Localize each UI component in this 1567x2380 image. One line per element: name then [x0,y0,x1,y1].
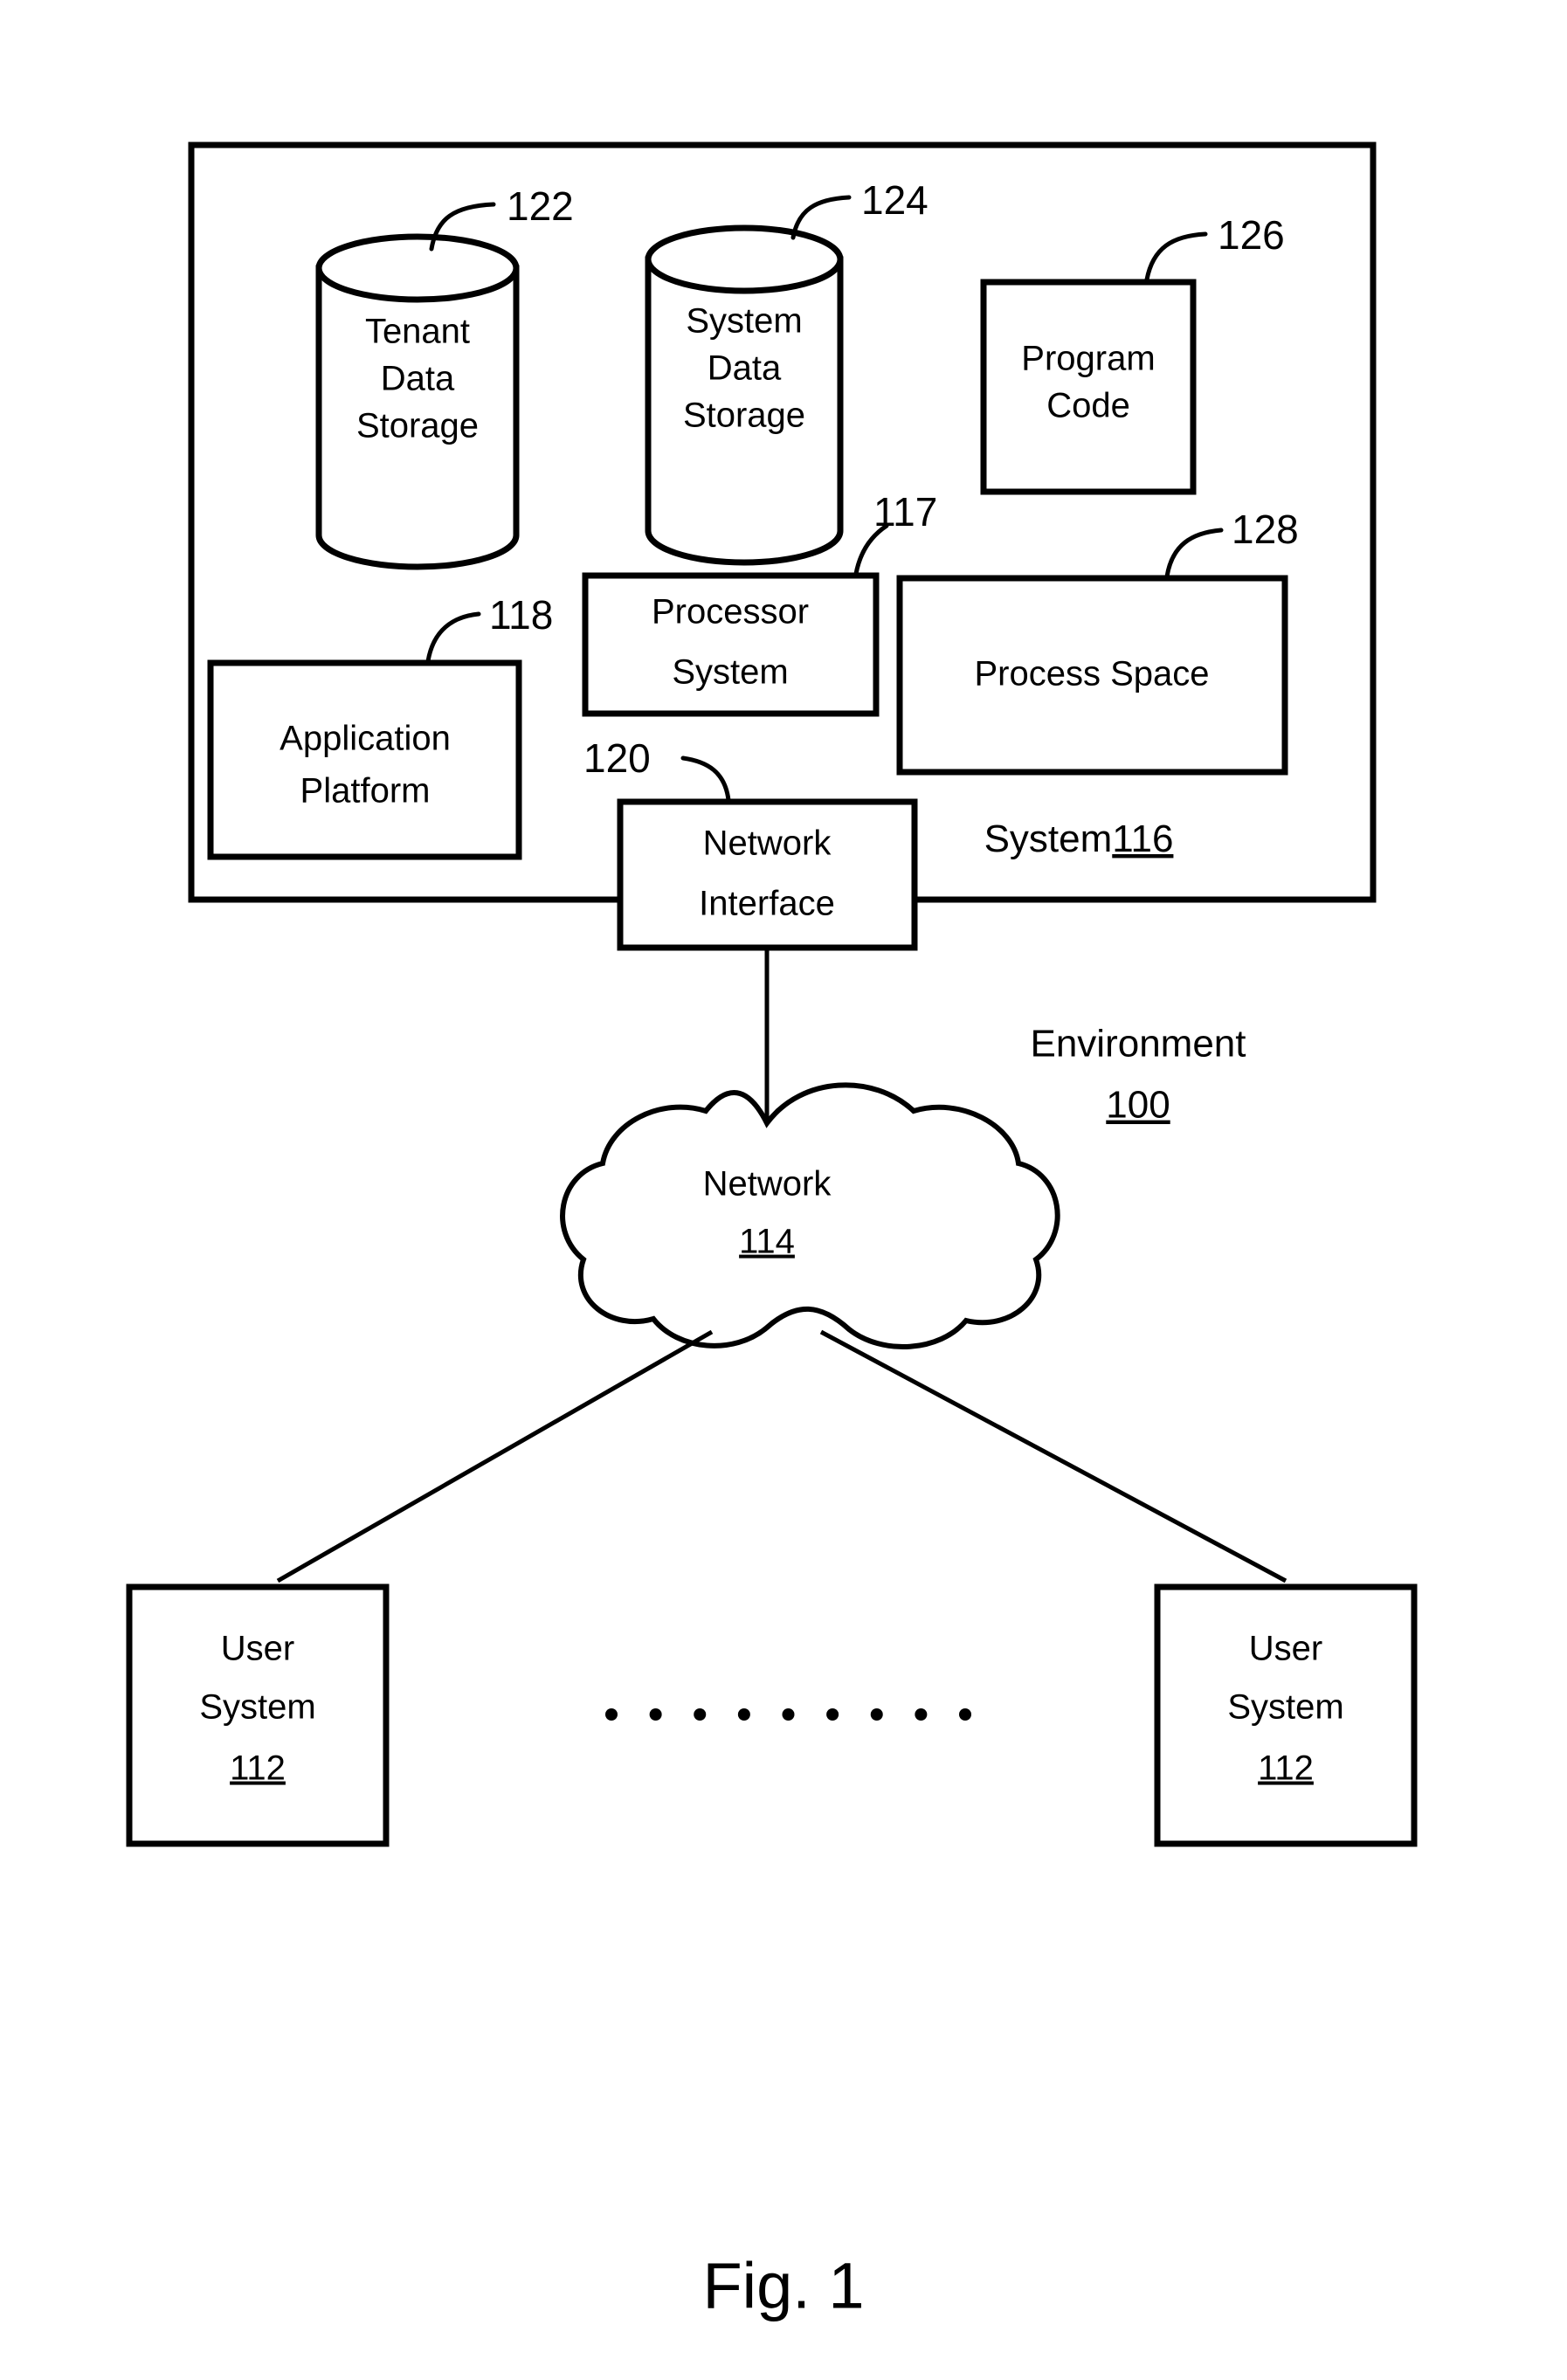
tenant-data-storage-label-line1: Tenant [365,313,470,351]
reference-numeral-120: 120 [583,735,651,781]
figure-canvas: Tenant Data Storage 122 System Data Stor… [126,141,1418,2322]
leader-line-128 [1164,528,1224,579]
network-cloud-ref: 114 [739,1223,795,1261]
environment-ref: 100 [1106,1084,1170,1127]
patent-figure-root: Tenant Data Storage 122 System Data Stor… [0,0,1567,2380]
system-data-storage-label-line1: System [686,302,802,341]
ellipsis-dots [605,1708,971,1721]
ellipsis-dot [649,1708,662,1721]
reference-numeral-124: 124 [861,177,928,223]
system-data-storage-label-line3: Storage [683,397,805,435]
program-code-box: Program Code [980,279,1197,495]
user-system-right-box: User System 112 [1154,1583,1418,1847]
processor-system-label-line2: System [672,653,788,692]
user-system-right-label-line2: System [1227,1688,1343,1727]
tenant-data-storage-label-line3: Storage [356,407,479,445]
ellipsis-dot [826,1708,839,1721]
user-system-right-label-line1: User [1249,1630,1322,1668]
reference-numeral-128: 128 [1232,507,1299,552]
processor-system-label-line1: Processor [652,593,809,631]
process-space-label: Process Space [974,655,1209,693]
ellipsis-dot [782,1708,795,1721]
system-116-label-group: System116 [984,817,1174,860]
figure-caption: Fig. 1 [702,2250,864,2322]
application-platform-label-line1: Application [280,720,451,758]
ellipsis-dot [737,1708,750,1721]
ellipsis-dot [694,1708,707,1721]
ellipsis-dot [605,1708,618,1721]
connector-network-to-user-left [276,1329,714,1583]
process-space-box: Process Space [896,575,1288,776]
tenant-data-storage-cylinder: Tenant Data Storage [315,233,520,570]
network-interface-label-line1: Network [703,824,832,863]
connector-network-to-user-right [819,1329,1287,1583]
system-data-storage-cylinder: System Data Storage [645,224,844,566]
network-cloud-label: Network [703,1165,832,1204]
leader-line-120 [680,755,731,803]
program-code-label-line1: Program [1021,340,1155,378]
reference-numeral-117: 117 [873,489,937,535]
reference-numeral-126: 126 [1218,212,1285,258]
environment-label: Environment [1030,1023,1246,1066]
user-system-left-label-line1: User [221,1630,294,1668]
leader-line-126 [1144,231,1208,282]
user-system-left-ref: 112 [230,1749,286,1788]
reference-numeral-122: 122 [507,183,574,229]
user-system-right-ref: 112 [1258,1749,1314,1788]
application-platform-label-line2: Platform [300,772,431,811]
program-code-label-line2: Code [1046,387,1130,425]
processor-system-box: Processor System [582,572,880,717]
ellipsis-dot [915,1708,928,1721]
reference-numeral-118: 118 [489,592,553,638]
application-platform-box: Application Platform [207,659,522,860]
network-interface-label-line2: Interface [699,885,835,923]
ellipsis-dot [959,1708,971,1721]
leader-line-118 [425,611,481,664]
network-cloud: Network 114 [560,1082,1060,1350]
system-116-number: 116 [1112,817,1173,860]
network-interface-box: Network Interface [617,798,918,951]
ellipsis-dot [870,1708,883,1721]
user-system-left-box: User System 112 [126,1583,390,1847]
environment-label-group: Environment 100 [1030,1023,1246,1127]
system-116-word: System [984,817,1113,860]
system-data-storage-label-line2: Data [708,349,782,388]
tenant-data-storage-label-line2: Data [381,360,455,398]
user-system-left-label-line2: System [199,1688,315,1727]
system-116-label: System116 [984,817,1174,860]
